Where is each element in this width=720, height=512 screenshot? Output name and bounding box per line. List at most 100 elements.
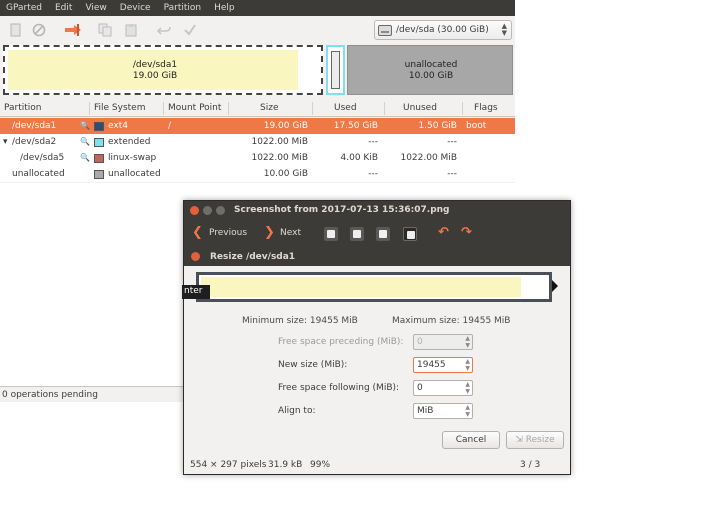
diskmap-partition-extended[interactable]: [326, 45, 345, 95]
cell-size: 10.00 GiB: [263, 169, 308, 179]
cell-unused: 1.50 GiB: [418, 121, 457, 131]
column-separator: [89, 102, 90, 115]
cell-size: 19.00 GiB: [263, 121, 308, 131]
resize-move-icon[interactable]: [64, 23, 82, 37]
minimize-icon[interactable]: [203, 206, 212, 215]
image-filesize: 31.9 kB: [268, 460, 303, 470]
undo-icon[interactable]: [157, 23, 171, 37]
resize-handle-icon[interactable]: [552, 280, 558, 292]
cell-used: 17.50 GiB: [333, 121, 378, 131]
following-label: Free space following (MiB):: [278, 383, 400, 393]
cell-partition: unallocated: [12, 169, 65, 179]
cell-unused: ---: [447, 169, 457, 179]
expander-icon[interactable]: ▾: [3, 137, 8, 147]
harddisk-icon: [378, 24, 392, 36]
device-selector[interactable]: /dev/sda (30.00 GiB) ▲ ▼: [374, 20, 512, 40]
zoom-normal-button[interactable]: [376, 227, 390, 241]
new-icon[interactable]: [9, 23, 23, 37]
maximize-icon[interactable]: [216, 206, 225, 215]
diskmap-partition-sda1[interactable]: /dev/sda1 19.00 GiB: [3, 45, 323, 95]
filesystem-color-swatch: [94, 122, 104, 131]
col-used[interactable]: Used: [334, 103, 357, 113]
zoom-normal-icon: [379, 230, 387, 238]
filesystem-color-swatch: [94, 138, 104, 147]
menu-view[interactable]: View: [85, 3, 106, 13]
menu-help[interactable]: Help: [214, 3, 235, 13]
cell-used: ---: [368, 137, 378, 147]
used-space-fill: [8, 50, 298, 90]
following-value: 0: [417, 383, 423, 393]
menu-partition[interactable]: Partition: [164, 3, 202, 13]
cell-unused: ---: [447, 137, 457, 147]
rotate-right-icon[interactable]: ↷: [461, 225, 472, 240]
resize-button[interactable]: ⇲ Resize: [506, 431, 564, 449]
rotate-left-icon[interactable]: ↶: [438, 225, 449, 240]
diskmap-unallocated[interactable]: unallocated 10.00 GiB: [347, 45, 513, 95]
paste-icon[interactable]: [124, 23, 138, 37]
chevron-right-icon[interactable]: ❯: [264, 225, 275, 240]
table-row[interactable]: ▾ /dev/sda2 🔍 extended 1022.00 MiB --- -…: [0, 134, 515, 150]
cancel-button[interactable]: Cancel: [442, 431, 500, 449]
diskmap-sda1-size: 19.00 GiB: [132, 71, 178, 81]
diskmap-unallocated-size: 10.00 GiB: [408, 71, 454, 81]
col-mountpoint[interactable]: Mount Point: [168, 103, 221, 113]
viewer-toolbar: ❮ Previous ❯ Next ↶ ↷: [184, 220, 570, 248]
lock-key-icon: 🔍: [80, 153, 90, 162]
cell-used: ---: [368, 169, 378, 179]
col-unused[interactable]: Unused: [403, 103, 437, 113]
chevron-updown-icon: ▲ ▼: [465, 404, 470, 418]
max-size-label: Maximum size: 19455 MiB: [392, 316, 511, 326]
image-viewer-window: Screenshot from 2017-07-13 15:36:07.png …: [182, 200, 571, 475]
new-size-spinbox[interactable]: 19455 ▲ ▼: [413, 357, 473, 373]
image-dimensions: 554 × 297 pixels: [190, 460, 267, 470]
diskmap-sda1-name: /dev/sda1: [132, 60, 178, 70]
preceding-spinbox[interactable]: 0 ▲ ▼: [413, 334, 473, 350]
menu-edit[interactable]: Edit: [55, 3, 72, 13]
table-row[interactable]: /dev/sda1 🔍 ext4 / 19.00 GiB 17.50 GiB 1…: [0, 118, 515, 134]
cell-partition: /dev/sda2: [12, 137, 57, 147]
viewer-title: Screenshot from 2017-07-13 15:36:07.png: [234, 205, 450, 215]
cell-used: 4.00 KiB: [340, 153, 378, 163]
new-size-value: 19455: [417, 360, 446, 370]
col-flags[interactable]: Flags: [474, 103, 498, 113]
col-partition[interactable]: Partition: [4, 103, 42, 113]
dialog-close-icon[interactable]: [191, 252, 200, 261]
previous-button[interactable]: Previous: [209, 228, 247, 238]
zoom-out-icon: [353, 230, 361, 238]
lock-key-icon: 🔍: [80, 137, 90, 146]
partition-fill: [201, 277, 521, 297]
following-spinbox[interactable]: 0 ▲ ▼: [413, 380, 473, 396]
cell-partition: /dev/sda5: [20, 153, 65, 163]
zoom-in-button[interactable]: [324, 227, 338, 241]
new-size-label: New size (MiB):: [278, 360, 348, 370]
next-button[interactable]: Next: [280, 228, 301, 238]
col-size[interactable]: Size: [260, 103, 278, 113]
column-separator: [462, 102, 463, 115]
dialog-titlebar: Resize /dev/sda1: [184, 248, 570, 266]
resize-bar[interactable]: [196, 272, 558, 302]
table-row[interactable]: unallocated unallocated 10.00 GiB --- --…: [0, 166, 515, 182]
preceding-value: 0: [417, 337, 423, 347]
cell-unused: 1022.00 MiB: [400, 153, 457, 163]
table-row[interactable]: /dev/sda5 🔍 linux-swap 1022.00 MiB 4.00 …: [0, 150, 515, 166]
spinner-arrows-icon: ▲ ▼: [501, 22, 507, 37]
diskmap-partition-sda5[interactable]: [331, 51, 340, 89]
apply-icon[interactable]: [183, 23, 197, 37]
chevron-left-icon[interactable]: ❮: [192, 225, 203, 240]
spinner-arrows-icon[interactable]: ▲ ▼: [465, 381, 470, 395]
zoom-in-icon: [327, 230, 335, 238]
spinner-arrows-icon[interactable]: ▲ ▼: [465, 335, 470, 349]
copy-icon[interactable]: [98, 23, 112, 37]
delete-icon[interactable]: [32, 23, 46, 37]
close-icon[interactable]: [190, 206, 199, 215]
align-combo[interactable]: MiB ▲ ▼: [413, 403, 473, 419]
zoom-fit-button[interactable]: [403, 227, 417, 241]
column-separator: [228, 102, 229, 115]
zoom-out-button[interactable]: [350, 227, 364, 241]
lock-key-icon: 🔍: [80, 121, 90, 130]
menu-gparted[interactable]: GParted: [6, 3, 42, 13]
cell-size: 1022.00 MiB: [251, 153, 308, 163]
menu-device[interactable]: Device: [120, 3, 151, 13]
spinner-arrows-icon[interactable]: ▲ ▼: [465, 358, 470, 372]
col-filesystem[interactable]: File System: [94, 103, 145, 113]
